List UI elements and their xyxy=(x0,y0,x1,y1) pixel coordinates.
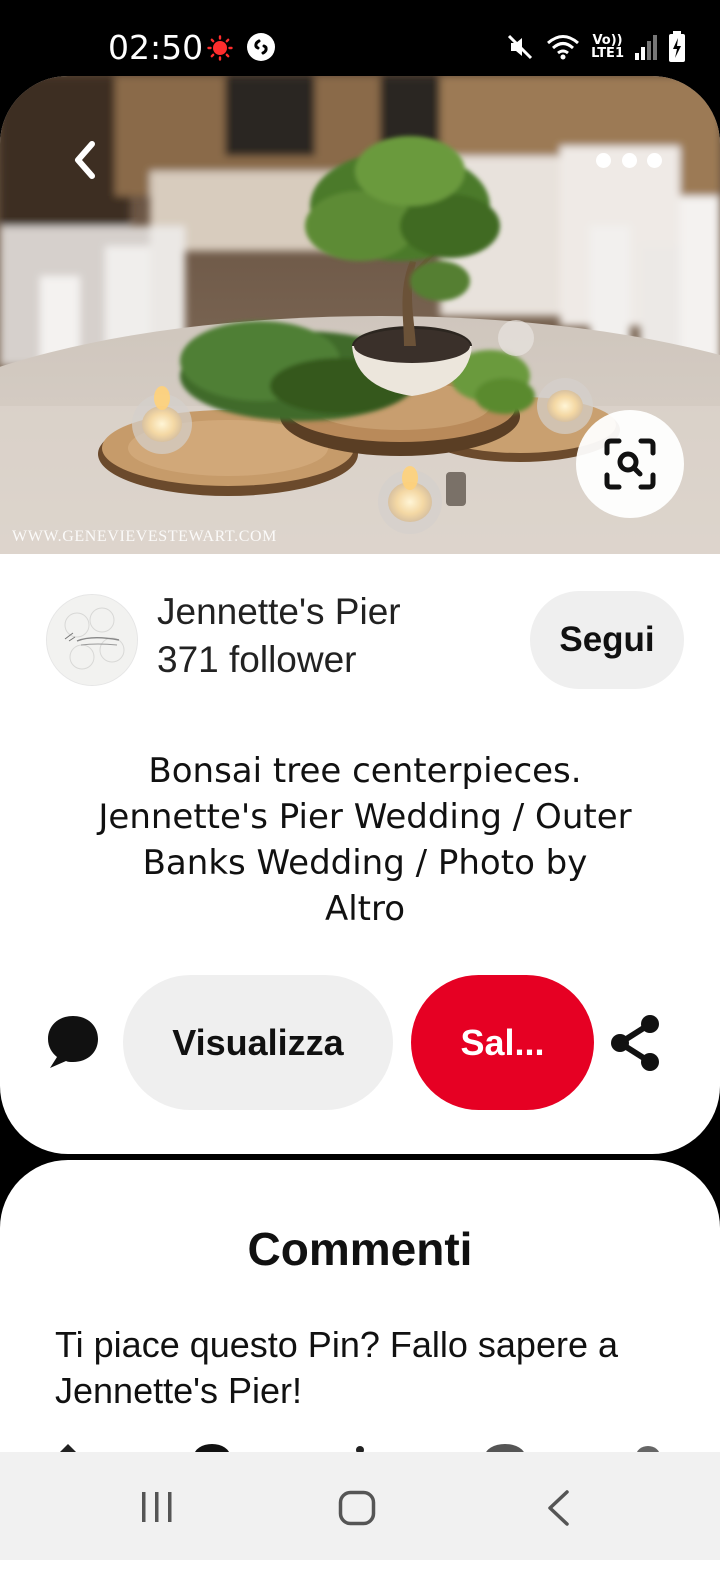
profile-name[interactable]: Jennette's Pier xyxy=(157,591,401,633)
pin-card: WWW.GENEVIEVESTEWART.COM Jennette's Pier… xyxy=(0,76,720,1154)
status-icons: Vo)) LTE1 xyxy=(505,30,686,64)
follow-button[interactable]: Segui xyxy=(530,591,684,689)
share-icon[interactable] xyxy=(608,1014,662,1072)
pin-image[interactable]: WWW.GENEVIEVESTEWART.COM xyxy=(0,76,720,554)
nav-back-icon[interactable] xyxy=(545,1490,571,1526)
description-line: Jennette's Pier Wedding / Outer xyxy=(98,797,632,837)
comments-title: Commenti xyxy=(247,1223,473,1275)
recents-icon[interactable] xyxy=(140,1490,174,1524)
jennettes-pier-logo xyxy=(47,595,137,685)
more-dot xyxy=(647,152,662,168)
avatar[interactable] xyxy=(46,594,138,686)
more-button[interactable] xyxy=(596,142,662,178)
chevron-left-icon xyxy=(75,141,95,179)
save-button[interactable]: Sal... xyxy=(411,975,594,1110)
battery-icon xyxy=(669,31,685,62)
wifi-icon xyxy=(547,35,580,60)
back-button[interactable] xyxy=(60,132,110,188)
more-dots-icon xyxy=(596,152,611,168)
mute-icon xyxy=(508,34,533,60)
system-nav-bar xyxy=(0,1452,720,1560)
signal-icon xyxy=(635,35,657,60)
visual-search-button[interactable] xyxy=(576,410,684,518)
description-line: Altro xyxy=(324,889,406,929)
network-type-label: Vo)) LTE1 xyxy=(591,34,624,60)
pin-description: Bonsai tree centerpieces. Jennette's Pie… xyxy=(40,748,690,932)
comment-bubble-icon[interactable] xyxy=(46,1014,100,1070)
status-bar: 02:50 Vo)) LTE1 xyxy=(0,0,720,80)
follower-count: 371 follower xyxy=(157,639,357,680)
description-line: Bonsai tree centerpieces. xyxy=(148,751,582,791)
visual-search-icon xyxy=(604,438,656,490)
comments-prompt: Ti piace questo Pin? Fallo sapere a Jenn… xyxy=(55,1324,618,1411)
description-line: Banks Wedding / Photo by xyxy=(142,843,588,883)
screen-record-icon xyxy=(207,35,233,61)
image-watermark: WWW.GENEVIEVESTEWART.COM xyxy=(12,528,277,545)
status-time: 02:50 xyxy=(108,28,204,67)
home-icon[interactable] xyxy=(338,1490,376,1526)
shazam-icon xyxy=(247,33,275,61)
lte-label: LTE1 xyxy=(591,46,624,61)
more-dot xyxy=(621,152,637,168)
view-button[interactable]: Visualizza xyxy=(123,975,393,1110)
